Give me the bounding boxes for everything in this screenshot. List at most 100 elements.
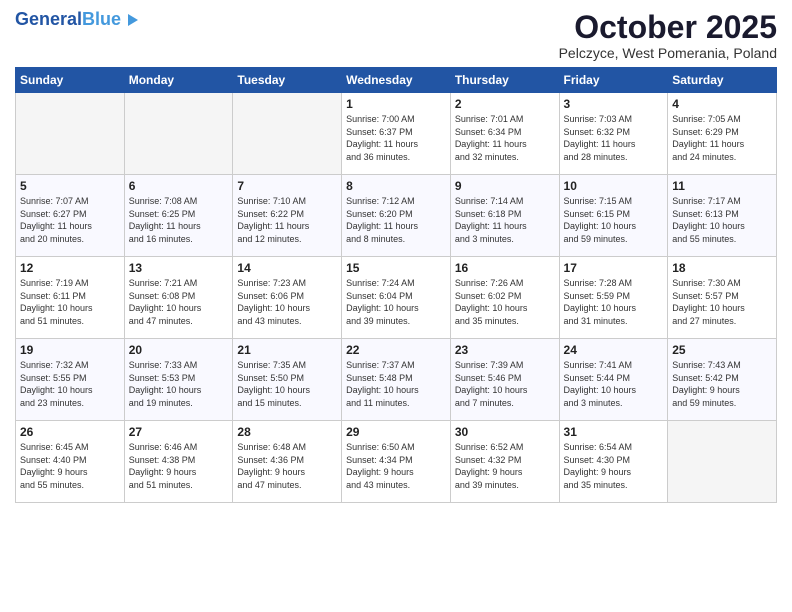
day-number: 21: [237, 343, 337, 357]
logo-text: GeneralBlue: [15, 10, 138, 30]
calendar-week-row: 5Sunrise: 7:07 AMSunset: 6:27 PMDaylight…: [16, 175, 777, 257]
day-number: 11: [672, 179, 772, 193]
day-info: Sunrise: 6:45 AMSunset: 4:40 PMDaylight:…: [20, 441, 120, 491]
day-info: Sunrise: 7:28 AMSunset: 5:59 PMDaylight:…: [564, 277, 664, 327]
calendar-day-cell: 9 Sunrise: 7:14 AMSunset: 6:18 PMDaylight…: [450, 175, 559, 257]
day-info: Sunrise: 7:05 AMSunset: 6:29 PMDaylight:…: [672, 113, 772, 163]
calendar-day-cell: 6 Sunrise: 7:08 AMSunset: 6:25 PMDaylight…: [124, 175, 233, 257]
day-info: Sunrise: 7:33 AMSunset: 5:53 PMDaylight:…: [129, 359, 229, 409]
page-header: GeneralBlue October 2025 Pelczyce, West …: [15, 10, 777, 61]
calendar-day-cell: 12Sunrise: 7:19 AMSunset: 6:11 PMDayligh…: [16, 257, 125, 339]
day-info: Sunrise: 7:12 AMSunset: 6:20 PMDaylight:…: [346, 195, 446, 245]
day-number: 30: [455, 425, 555, 439]
day-number: 18: [672, 261, 772, 275]
day-number: 10: [564, 179, 664, 193]
calendar-week-row: 26 Sunrise: 6:45 AMSunset: 4:40 PMDayligh…: [16, 421, 777, 503]
calendar-day-cell: [16, 93, 125, 175]
day-number: 25: [672, 343, 772, 357]
day-info: Sunrise: 7:01 AMSunset: 6:34 PMDaylight:…: [455, 113, 555, 163]
header-wednesday: Wednesday: [342, 68, 451, 93]
logo: GeneralBlue: [15, 10, 138, 30]
day-number: 6: [129, 179, 229, 193]
day-info: Sunrise: 7:43 AMSunset: 5:42 PMDaylight:…: [672, 359, 772, 409]
calendar-day-cell: 24 Sunrise: 7:41 AMSunset: 5:44 PMDayligh…: [559, 339, 668, 421]
day-info: Sunrise: 7:10 AMSunset: 6:22 PMDaylight:…: [237, 195, 337, 245]
calendar-day-cell: 1Sunrise: 7:00 AMSunset: 6:37 PMDaylight…: [342, 93, 451, 175]
header-saturday: Saturday: [668, 68, 777, 93]
weekday-header-row: Sunday Monday Tuesday Wednesday Thursday…: [16, 68, 777, 93]
day-info: Sunrise: 7:24 AMSunset: 6:04 PMDaylight:…: [346, 277, 446, 327]
calendar-day-cell: [124, 93, 233, 175]
calendar-day-cell: 19 Sunrise: 7:32 AMSunset: 5:55 PMDayligh…: [16, 339, 125, 421]
day-info: Sunrise: 7:26 AMSunset: 6:02 PMDaylight:…: [455, 277, 555, 327]
day-info: Sunrise: 6:46 AMSunset: 4:38 PMDaylight:…: [129, 441, 229, 491]
day-number: 16: [455, 261, 555, 275]
day-number: 17: [564, 261, 664, 275]
calendar-day-cell: 4Sunrise: 7:05 AMSunset: 6:29 PMDaylight…: [668, 93, 777, 175]
title-block: October 2025 Pelczyce, West Pomerania, P…: [559, 10, 777, 61]
day-info: Sunrise: 6:48 AMSunset: 4:36 PMDaylight:…: [237, 441, 337, 491]
day-number: 28: [237, 425, 337, 439]
header-sunday: Sunday: [16, 68, 125, 93]
calendar-day-cell: 30 Sunrise: 6:52 AMSunset: 4:32 PMDayligh…: [450, 421, 559, 503]
calendar-day-cell: 8 Sunrise: 7:12 AMSunset: 6:20 PMDaylight…: [342, 175, 451, 257]
day-info: Sunrise: 7:17 AMSunset: 6:13 PMDaylight:…: [672, 195, 772, 245]
calendar-day-cell: 31Sunrise: 6:54 AMSunset: 4:30 PMDayligh…: [559, 421, 668, 503]
day-info: Sunrise: 7:37 AMSunset: 5:48 PMDaylight:…: [346, 359, 446, 409]
month-title: October 2025: [559, 10, 777, 45]
calendar-day-cell: 25 Sunrise: 7:43 AMSunset: 5:42 PMDayligh…: [668, 339, 777, 421]
calendar-table: Sunday Monday Tuesday Wednesday Thursday…: [15, 67, 777, 503]
calendar-day-cell: 2 Sunrise: 7:01 AMSunset: 6:34 PMDaylight…: [450, 93, 559, 175]
day-number: 14: [237, 261, 337, 275]
day-info: Sunrise: 7:08 AMSunset: 6:25 PMDaylight:…: [129, 195, 229, 245]
day-info: Sunrise: 7:30 AMSunset: 5:57 PMDaylight:…: [672, 277, 772, 327]
day-number: 22: [346, 343, 446, 357]
day-info: Sunrise: 7:35 AMSunset: 5:50 PMDaylight:…: [237, 359, 337, 409]
day-info: Sunrise: 6:54 AMSunset: 4:30 PMDaylight:…: [564, 441, 664, 491]
day-number: 12: [20, 261, 120, 275]
day-number: 26: [20, 425, 120, 439]
calendar-day-cell: [233, 93, 342, 175]
day-number: 15: [346, 261, 446, 275]
day-info: Sunrise: 7:39 AMSunset: 5:46 PMDaylight:…: [455, 359, 555, 409]
day-info: Sunrise: 7:14 AMSunset: 6:18 PMDaylight:…: [455, 195, 555, 245]
day-info: Sunrise: 6:50 AMSunset: 4:34 PMDaylight:…: [346, 441, 446, 491]
calendar-day-cell: 22 Sunrise: 7:37 AMSunset: 5:48 PMDayligh…: [342, 339, 451, 421]
day-number: 1: [346, 97, 446, 111]
calendar-day-cell: 14Sunrise: 7:23 AMSunset: 6:06 PMDayligh…: [233, 257, 342, 339]
calendar-week-row: 19 Sunrise: 7:32 AMSunset: 5:55 PMDayligh…: [16, 339, 777, 421]
day-info: Sunrise: 7:41 AMSunset: 5:44 PMDaylight:…: [564, 359, 664, 409]
day-number: 24: [564, 343, 664, 357]
day-number: 9: [455, 179, 555, 193]
day-info: Sunrise: 7:32 AMSunset: 5:55 PMDaylight:…: [20, 359, 120, 409]
calendar-day-cell: 21 Sunrise: 7:35 AMSunset: 5:50 PMDayligh…: [233, 339, 342, 421]
day-number: 13: [129, 261, 229, 275]
day-number: 2: [455, 97, 555, 111]
calendar-day-cell: 11 Sunrise: 7:17 AMSunset: 6:13 PMDayligh…: [668, 175, 777, 257]
day-number: 7: [237, 179, 337, 193]
calendar-day-cell: 15 Sunrise: 7:24 AMSunset: 6:04 PMDayligh…: [342, 257, 451, 339]
day-number: 29: [346, 425, 446, 439]
header-tuesday: Tuesday: [233, 68, 342, 93]
day-info: Sunrise: 7:07 AMSunset: 6:27 PMDaylight:…: [20, 195, 120, 245]
day-info: Sunrise: 6:52 AMSunset: 4:32 PMDaylight:…: [455, 441, 555, 491]
logo-general: General: [15, 9, 82, 29]
day-number: 23: [455, 343, 555, 357]
calendar-week-row: 1Sunrise: 7:00 AMSunset: 6:37 PMDaylight…: [16, 93, 777, 175]
day-number: 8: [346, 179, 446, 193]
calendar-day-cell: 5Sunrise: 7:07 AMSunset: 6:27 PMDaylight…: [16, 175, 125, 257]
location: Pelczyce, West Pomerania, Poland: [559, 45, 777, 61]
day-number: 3: [564, 97, 664, 111]
day-info: Sunrise: 7:21 AMSunset: 6:08 PMDaylight:…: [129, 277, 229, 327]
day-number: 27: [129, 425, 229, 439]
calendar-day-cell: [668, 421, 777, 503]
calendar-day-cell: 20Sunrise: 7:33 AMSunset: 5:53 PMDayligh…: [124, 339, 233, 421]
day-number: 19: [20, 343, 120, 357]
page-container: GeneralBlue October 2025 Pelczyce, West …: [0, 0, 792, 513]
calendar-day-cell: 29 Sunrise: 6:50 AMSunset: 4:34 PMDayligh…: [342, 421, 451, 503]
calendar-day-cell: 28 Sunrise: 6:48 AMSunset: 4:36 PMDayligh…: [233, 421, 342, 503]
calendar-day-cell: 26 Sunrise: 6:45 AMSunset: 4:40 PMDayligh…: [16, 421, 125, 503]
header-monday: Monday: [124, 68, 233, 93]
calendar-day-cell: 10Sunrise: 7:15 AMSunset: 6:15 PMDayligh…: [559, 175, 668, 257]
logo-blue: Blue: [82, 9, 121, 29]
